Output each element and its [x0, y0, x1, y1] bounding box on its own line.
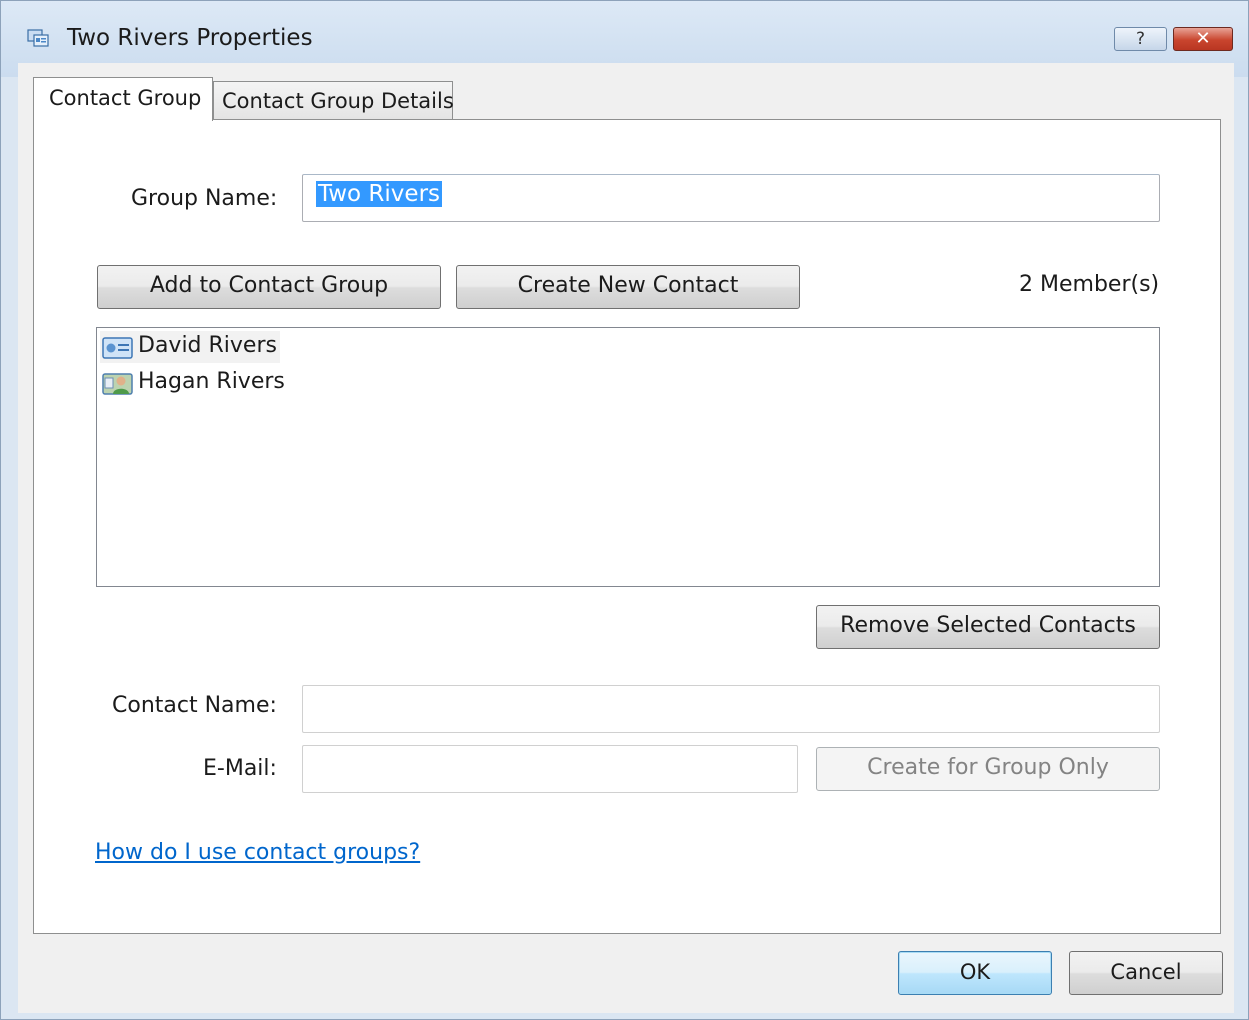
email-label: E-Mail:	[203, 756, 277, 781]
members-list[interactable]: David Rivers Hagan Rivers	[96, 327, 1160, 587]
list-item[interactable]: David Rivers	[100, 331, 280, 363]
close-icon: ✕	[1195, 28, 1211, 49]
tab-panel: Group Name: Two Rivers Add to Contact Gr…	[33, 119, 1221, 934]
group-name-label: Group Name:	[131, 186, 278, 211]
tab-label: Contact Group	[49, 86, 202, 110]
dialog-body: Contact Group Contact Group Details Grou…	[18, 63, 1234, 1013]
contact-name-input[interactable]	[302, 685, 1160, 733]
ok-button[interactable]: OK	[898, 951, 1052, 995]
add-to-contact-group-button[interactable]: Add to Contact Group	[97, 265, 441, 309]
create-new-contact-button[interactable]: Create New Contact	[456, 265, 800, 309]
tab-contact-group[interactable]: Contact Group	[33, 77, 213, 121]
list-item[interactable]: Hagan Rivers	[100, 367, 286, 399]
question-mark-icon: ?	[1135, 29, 1146, 49]
contact-card-icon	[102, 337, 133, 359]
create-for-group-only-button[interactable]: Create for Group Only	[816, 747, 1160, 791]
properties-dialog: Two Rivers Properties ? ✕ Contact Group …	[0, 0, 1249, 1020]
contact-photo-icon	[102, 373, 133, 395]
help-link[interactable]: How do I use contact groups?	[95, 840, 420, 865]
tab-contact-group-details[interactable]: Contact Group Details	[213, 81, 454, 119]
window-title: Two Rivers Properties	[67, 25, 313, 51]
group-name-input[interactable]: Two Rivers	[302, 174, 1160, 222]
group-name-value: Two Rivers	[316, 181, 443, 207]
member-name: David Rivers	[138, 333, 277, 358]
help-button[interactable]: ?	[1114, 27, 1167, 51]
member-count: 2 Member(s)	[1019, 272, 1160, 297]
remove-selected-contacts-button[interactable]: Remove Selected Contacts	[816, 605, 1160, 649]
email-input[interactable]	[302, 745, 798, 793]
contact-name-label: Contact Name:	[112, 693, 277, 718]
contact-group-app-icon	[27, 29, 49, 47]
member-name: Hagan Rivers	[138, 369, 285, 394]
close-button[interactable]: ✕	[1173, 27, 1233, 51]
cancel-button[interactable]: Cancel	[1069, 951, 1223, 995]
tab-label: Contact Group Details	[222, 89, 454, 113]
